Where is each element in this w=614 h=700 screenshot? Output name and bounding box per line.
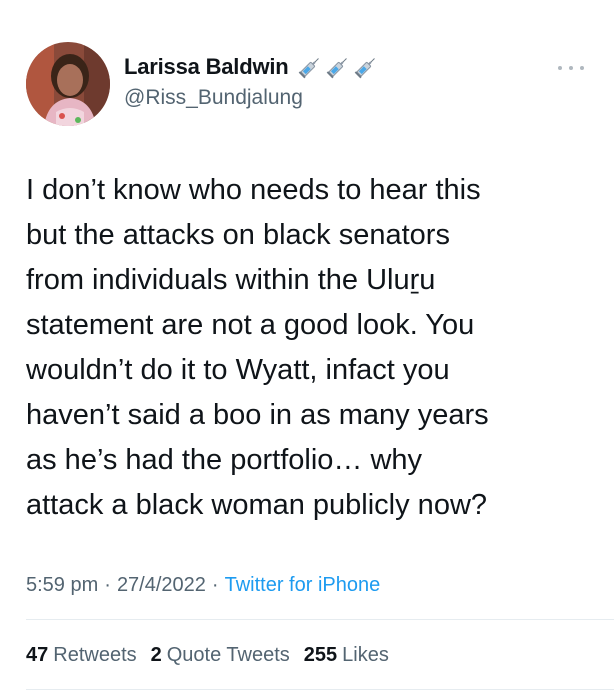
divider <box>26 689 614 690</box>
author-handle[interactable]: @Riss_Bundjalung <box>124 86 303 110</box>
tweet-meta: 5:59 pm · 27/4/2022 · Twitter for iPhone <box>26 570 380 600</box>
author-display-name[interactable]: Larissa Baldwin <box>124 54 289 80</box>
retweets-stat[interactable]: 47 Retweets <box>26 644 137 667</box>
likes-stat[interactable]: 255 Likes <box>304 644 389 667</box>
quote-tweets-count: 2 <box>150 643 162 666</box>
author-name-row[interactable]: Larissa Baldwin <box>124 52 381 82</box>
tweet-text: I don’t know who needs to hear this but … <box>26 174 489 521</box>
meta-separator: · <box>211 573 219 596</box>
syringe-icon <box>354 58 375 79</box>
likes-label: Likes <box>342 643 389 666</box>
syringe-icon <box>298 58 319 79</box>
name-emojis <box>297 54 381 80</box>
tweet-date[interactable]: 27/4/2022 <box>117 574 206 597</box>
tweet-source-link[interactable]: Twitter for iPhone <box>225 574 381 597</box>
meta-separator: · <box>104 573 111 596</box>
retweets-label: Retweets <box>53 643 137 666</box>
avatar[interactable] <box>26 42 110 126</box>
syringe-icon <box>326 58 347 79</box>
more-options-icon[interactable] <box>558 62 584 74</box>
tweet-stats: 47 Retweets 2 Quote Tweets 255 Likes <box>26 640 403 670</box>
profile-photo <box>26 42 110 126</box>
divider <box>26 619 614 620</box>
tweet-time[interactable]: 5:59 pm <box>26 574 98 597</box>
likes-count: 255 <box>303 643 338 666</box>
quote-tweets-stat[interactable]: 2 Quote Tweets <box>151 644 290 667</box>
quote-tweets-label: Quote Tweets <box>166 643 290 666</box>
retweets-count: 47 <box>26 643 49 666</box>
